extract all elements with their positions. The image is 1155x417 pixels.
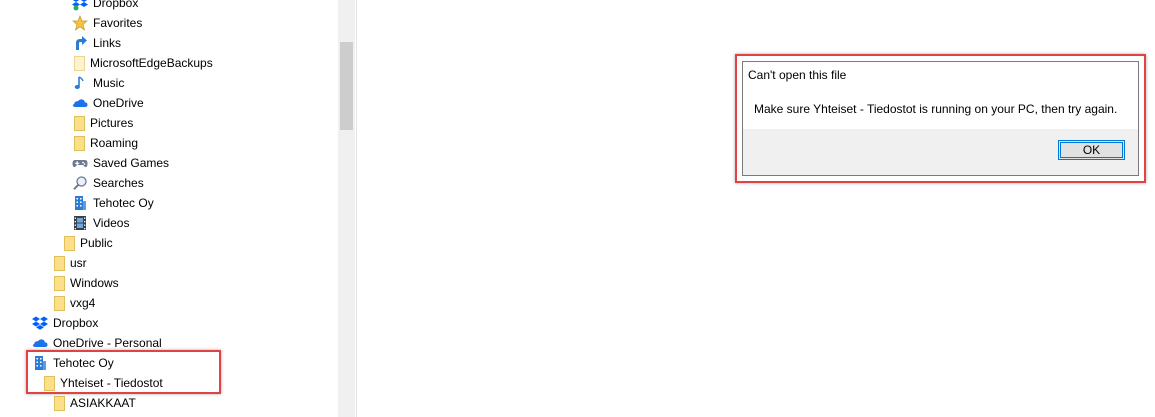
error-dialog: Can't open this file Make sure Yhteiset …	[742, 61, 1139, 176]
tree-item-label: OneDrive	[93, 96, 144, 110]
tree-item-label: Searches	[93, 176, 144, 190]
folder-icon	[64, 235, 75, 251]
tree-item-label: Roaming	[90, 136, 139, 150]
dropbox-icon	[72, 0, 88, 11]
tree-item-label: Windows	[70, 276, 119, 290]
magnifier-icon	[72, 175, 88, 191]
film-icon	[72, 215, 88, 231]
tree-item-onedrive-personal[interactable]: OneDrive - Personal	[32, 333, 162, 353]
tree-item-microsoftedgebackups[interactable]: MicrosoftEdgeBackups	[72, 53, 213, 73]
navigation-pane: Dropbox Favorites Links MicrosoftEdgeBac…	[0, 0, 338, 417]
tree-item-yhteiset-tiedostot[interactable]: Yhteiset - Tiedostot	[42, 373, 163, 393]
tree-item-label: Music	[93, 76, 125, 90]
tree-item-public[interactable]: Public	[62, 233, 113, 253]
tree-item-favorites[interactable]: Favorites	[72, 13, 142, 33]
tree-item-label: ASIAKKAAT	[70, 396, 136, 410]
tree-item-label: Videos	[93, 216, 130, 230]
scrollbar-thumb[interactable]	[340, 42, 353, 130]
folder-icon	[54, 255, 65, 271]
tree-item-roaming[interactable]: Roaming	[72, 133, 138, 153]
building-icon	[32, 355, 48, 371]
tree-item-tehotec-oy-user[interactable]: Tehotec Oy	[72, 193, 154, 213]
building-icon	[72, 195, 88, 211]
tree-item-label: Dropbox	[93, 0, 139, 10]
cloud-icon	[72, 95, 88, 111]
folder-icon	[74, 135, 85, 151]
tree-item-usr[interactable]: usr	[52, 253, 87, 273]
tree-item-label: Dropbox	[53, 316, 99, 330]
tree-item-label: Public	[80, 236, 113, 250]
cloud-icon	[32, 335, 48, 351]
ok-button[interactable]: OK	[1058, 140, 1125, 160]
tree-item-label: vxg4	[70, 296, 96, 310]
tree-item-videos[interactable]: Videos	[72, 213, 129, 233]
tree-item-label: Favorites	[93, 16, 143, 30]
tree-item-saved-games[interactable]: Saved Games	[72, 153, 169, 173]
pane-divider[interactable]	[356, 0, 357, 417]
tree-item-pictures[interactable]: Pictures	[72, 113, 133, 133]
tree-item-onedrive-user[interactable]: OneDrive	[72, 93, 144, 113]
tree-item-label: Tehotec Oy	[93, 196, 154, 210]
folder-icon	[74, 55, 85, 71]
folder-icon	[54, 295, 65, 311]
tree-item-label: OneDrive - Personal	[53, 336, 162, 350]
dialog-footer: OK	[743, 129, 1138, 175]
tree-item-label: MicrosoftEdgeBackups	[90, 56, 213, 70]
tree-item-vxg4[interactable]: vxg4	[52, 293, 95, 313]
tree-item-label: usr	[70, 256, 87, 270]
tree-item-tehotec-oy[interactable]: Tehotec Oy	[32, 353, 114, 373]
folder-icon	[74, 115, 85, 131]
tree-item-links[interactable]: Links	[72, 33, 121, 53]
tree-item-asiakkaat[interactable]: ASIAKKAAT	[52, 393, 136, 413]
gamepad-icon	[72, 155, 88, 171]
folder-icon	[44, 375, 55, 391]
tree-item-music[interactable]: Music	[72, 73, 124, 93]
tree-item-dropbox[interactable]: Dropbox	[32, 313, 98, 333]
folder-icon	[54, 275, 65, 291]
folder-icon	[54, 395, 65, 411]
tree-item-label: Saved Games	[93, 156, 170, 170]
tree-item-windows[interactable]: Windows	[52, 273, 119, 293]
nav-scrollbar[interactable]	[338, 0, 355, 417]
tree-item-label: Pictures	[90, 116, 134, 130]
tree-item-label: Yhteiset - Tiedostot	[60, 376, 163, 390]
tree-item-dropbox-user[interactable]: Dropbox	[72, 0, 138, 13]
tree-item-label: Links	[93, 36, 122, 50]
music-note-icon	[72, 75, 88, 91]
dialog-title: Can't open this file	[748, 68, 847, 82]
star-icon	[72, 15, 88, 31]
tree-item-label: Tehotec Oy	[53, 356, 114, 370]
tree-item-searches[interactable]: Searches	[72, 173, 144, 193]
dropbox-icon	[32, 315, 48, 331]
link-arrow-icon	[72, 35, 88, 51]
dialog-message: Make sure Yhteiset - Tiedostot is runnin…	[754, 102, 1118, 116]
